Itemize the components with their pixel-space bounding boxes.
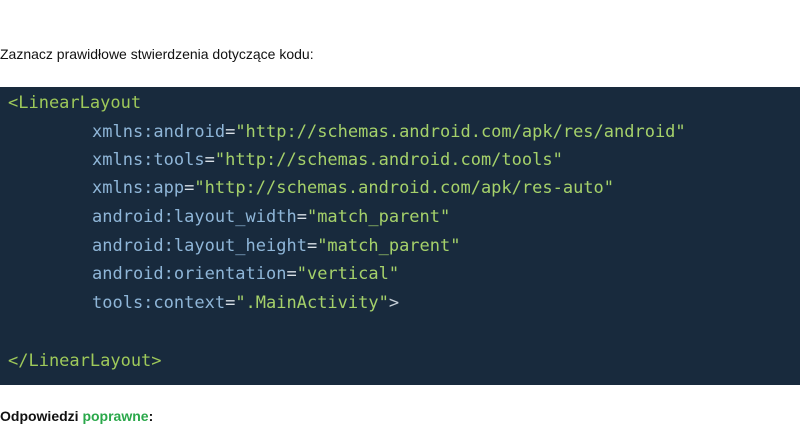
code-close-tag: </LinearLayout> [8, 351, 162, 371]
attr-value: "match_parent" [306, 207, 451, 227]
code-attr-line: android:orientation="vertical" [92, 264, 400, 284]
code-attr-line: android:layout_width="match_parent" [92, 207, 451, 227]
code-attr-line: xmlns:tools="http://schemas.android.com/… [92, 150, 563, 170]
code-block: <LinearLayout xmlns:android="http://sche… [0, 87, 800, 385]
code-open-tag: <LinearLayout [8, 93, 142, 113]
attr-value: "http://schemas.android.com/apk/res-auto… [194, 178, 615, 198]
answers-highlight: poprawne [82, 408, 149, 424]
attr-value: "match_parent" [317, 236, 461, 256]
attr-value: "vertical" [296, 264, 400, 284]
answers-heading: Odpowiedzi poprawne: [0, 408, 153, 424]
attr-value: ".MainActivity" [235, 293, 389, 313]
attr-name: android:layout_width [92, 207, 297, 227]
attr-name: android:orientation [92, 264, 287, 284]
attr-name: android:layout_height [92, 236, 307, 256]
attr-name: xmlns:app [92, 178, 185, 198]
code-attr-line: android:layout_height="match_parent" [92, 236, 461, 256]
code-attr-line: xmlns:app="http://schemas.android.com/ap… [92, 178, 615, 198]
answers-prefix: Odpowiedzi [0, 408, 83, 424]
question-text: Zaznacz prawidłowe stwierdzenia dotycząc… [0, 46, 314, 62]
code-attr-line: tools:context=".MainActivity"> [92, 293, 400, 313]
attr-name: xmlns:android [92, 122, 226, 142]
attr-name: xmlns:tools [92, 150, 205, 170]
code-attr-line: xmlns:android="http://schemas.android.co… [92, 122, 686, 142]
attr-name: tools:context [92, 293, 226, 313]
attr-value: "http://schemas.android.com/tools" [214, 150, 563, 170]
answers-suffix: : [148, 408, 154, 424]
open-tag-end: > [388, 293, 400, 313]
attr-value: "http://schemas.android.com/apk/res/andr… [235, 122, 686, 142]
